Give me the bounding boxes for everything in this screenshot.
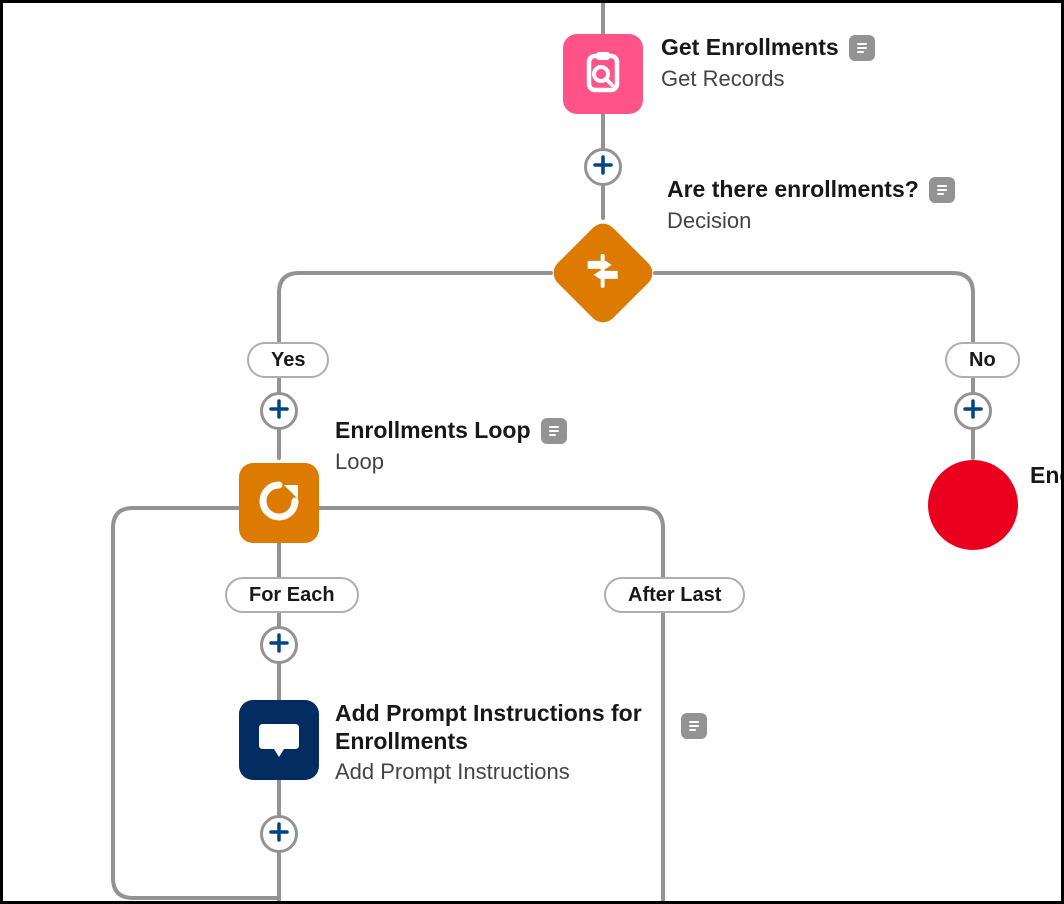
node-title: End — [1030, 462, 1064, 488]
node-title: Add Prompt Instructions for Enrollments — [335, 700, 655, 755]
end-label: End — [1030, 462, 1064, 490]
outcome-pill-after-last[interactable]: After Last — [604, 577, 745, 613]
description-icon[interactable] — [929, 177, 955, 203]
add-prompt-label: Add Prompt Instructions for Enrollments … — [335, 700, 655, 786]
description-icon[interactable] — [681, 713, 707, 739]
plus-icon — [592, 154, 614, 181]
outcome-pill-for-each[interactable]: For Each — [225, 577, 359, 613]
get-records-node[interactable] — [563, 34, 643, 114]
plus-icon — [962, 398, 984, 425]
flow-canvas[interactable]: Get Enrollments Get Records — [0, 0, 1064, 904]
get-records-label: Get Enrollments Get Records — [661, 34, 875, 92]
outcome-label: Yes — [271, 349, 305, 371]
add-element-button[interactable] — [260, 815, 298, 853]
add-prompt-instructions-node[interactable] — [239, 700, 319, 780]
plus-icon — [268, 398, 290, 425]
clipboard-search-icon — [579, 48, 627, 101]
outcome-pill-yes[interactable]: Yes — [247, 342, 329, 378]
chat-bubble-icon — [254, 713, 304, 768]
add-element-button[interactable] — [260, 626, 298, 664]
outcome-label: No — [969, 349, 996, 371]
loop-label: Enrollments Loop Loop — [335, 417, 567, 475]
add-element-button[interactable] — [260, 392, 298, 430]
add-element-button[interactable] — [584, 148, 622, 186]
decision-node[interactable] — [548, 218, 658, 328]
outcome-pill-no[interactable]: No — [945, 342, 1020, 378]
add-element-button[interactable] — [954, 392, 992, 430]
description-icon[interactable] — [541, 418, 567, 444]
node-subtitle: Loop — [335, 449, 567, 475]
signpost-icon — [582, 250, 624, 297]
plus-icon — [268, 632, 290, 659]
decision-label: Are there enrollments? Decision — [667, 176, 955, 234]
node-title: Get Enrollments — [661, 34, 839, 62]
node-subtitle: Get Records — [661, 66, 875, 92]
node-title: Are there enrollments? — [667, 176, 919, 204]
loop-refresh-icon — [254, 476, 304, 531]
node-subtitle: Decision — [667, 208, 955, 234]
outcome-label: For Each — [249, 584, 335, 606]
outcome-label: After Last — [628, 584, 721, 606]
end-node[interactable] — [928, 460, 1018, 550]
node-title: Enrollments Loop — [335, 417, 531, 445]
node-subtitle: Add Prompt Instructions — [335, 759, 655, 785]
loop-node[interactable] — [239, 463, 319, 543]
plus-icon — [268, 821, 290, 848]
description-icon[interactable] — [849, 35, 875, 61]
